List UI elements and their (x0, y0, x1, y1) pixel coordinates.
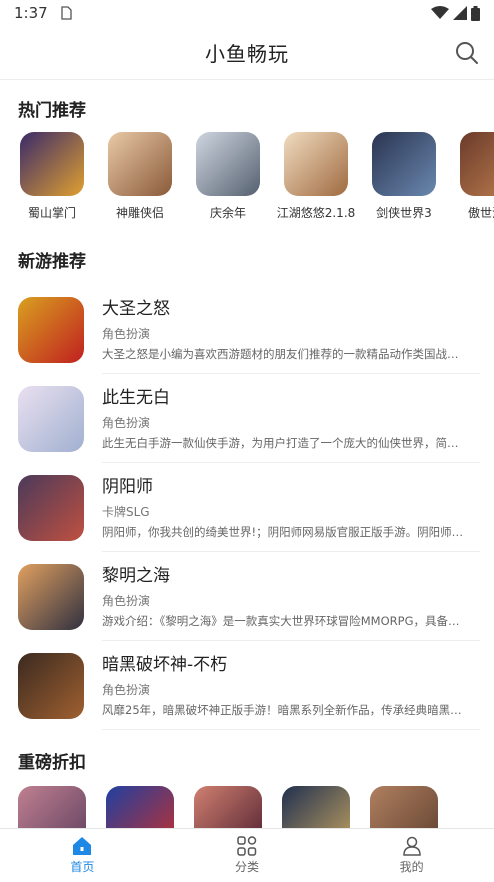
profile-icon (402, 836, 421, 856)
tab-category-label: 分类 (235, 860, 260, 874)
game-info: 此生无白角色扮演此生无白手游一款仙侠手游，为用户打造了一个庞大的仙侠世界，简… (102, 386, 476, 451)
hot-game-label: 神雕侠侣 (115, 206, 164, 220)
game-name: 大圣之怒 (102, 299, 170, 319)
game-description: 此生无白手游一款仙侠手游，为用户打造了一个庞大的仙侠世界，简… (102, 436, 459, 450)
app-header: 小鱼畅玩 (0, 26, 494, 80)
game-info: 黎明之海角色扮演游戏介绍：《黎明之海》是一款真实大世界环球冒险MMORPG，具备… (102, 564, 476, 629)
game-icon-image (460, 132, 494, 196)
status-bar: 1:37 (0, 0, 494, 26)
hot-game-label: 庆余年 (209, 206, 246, 220)
game-name: 暗黑破坏神-不朽 (102, 655, 228, 675)
section-title-discount: 重磅折扣 (18, 753, 86, 773)
game-description: 大圣之怒是小编为喜欢西游题材的朋友们推荐的一款精品动作类国战… (102, 347, 459, 361)
game-icon-image (18, 563, 84, 630)
hot-game-label: 江湖悠悠2.1.8 (276, 206, 356, 220)
hot-game-item[interactable]: 傲世江山 (458, 132, 494, 221)
game-icon-image (18, 296, 84, 363)
hot-games-row: 蜀山掌门 神雕侠侣 庆余年 江湖悠悠2.1.8 剑侠世界3 傲世江山 (18, 132, 494, 221)
game-icon-image (20, 132, 84, 196)
search-icon[interactable] (454, 40, 480, 66)
game-info: 暗黑破坏神-不朽角色扮演风靡25年，暗黑破坏神正版手游！暗黑系列全新作品，传承经… (102, 653, 476, 718)
discount-game-icon[interactable] (370, 786, 438, 830)
tab-home[interactable]: 首页 (0, 829, 165, 882)
discount-game-icon[interactable] (282, 786, 350, 830)
status-left: 1:37 (14, 4, 72, 22)
game-category: 角色扮演 (102, 594, 151, 608)
discount-game-icon[interactable] (194, 786, 262, 830)
hot-game-label: 剑侠世界3 (376, 206, 432, 220)
home-icon (73, 837, 92, 855)
hot-game-item[interactable]: 庆余年 (194, 132, 262, 221)
sim-card-icon (61, 6, 72, 20)
hot-game-item[interactable]: 神雕侠侣 (106, 132, 174, 221)
tab-home-label: 首页 (70, 860, 95, 874)
game-icon-image (18, 652, 84, 719)
game-icon-image (284, 132, 348, 196)
hot-game-label: 蜀山掌门 (27, 206, 76, 220)
new-game-row[interactable]: 阴阳师卡牌SLG 阴阳师，你我共创的绮美世界!；阴阳师网易版官服正版手游。阴阳师… (0, 463, 494, 552)
game-icon-image (18, 385, 84, 452)
game-info: 阴阳师卡牌SLG 阴阳师，你我共创的绮美世界!；阴阳师网易版官服正版手游。阴阳师… (102, 475, 476, 540)
game-icon-image (372, 132, 436, 196)
section-title-hot: 热门推荐 (18, 101, 86, 121)
game-description: 阴阳师，你我共创的绮美世界!；阴阳师网易版官服正版手游。阴阳师… (102, 525, 464, 539)
game-name: 此生无白 (102, 388, 170, 408)
hot-game-label: 傲世江山 (467, 206, 494, 220)
game-category: 角色扮演 (102, 683, 151, 697)
game-description: 风靡25年，暗黑破坏神正版手游！暗黑系列全新作品，传承经典暗黑… (102, 703, 462, 717)
game-name: 阴阳师 (102, 477, 153, 497)
section-title-new: 新游推荐 (18, 252, 86, 272)
game-name: 黎明之海 (102, 566, 170, 586)
game-icon-image (18, 474, 84, 541)
category-icon (237, 836, 257, 856)
bottom-tab-bar: 首页 分类 我的 (0, 828, 494, 882)
status-time: 1:37 (14, 4, 48, 22)
tab-profile-label: 我的 (399, 860, 424, 874)
hot-game-item[interactable]: 江湖悠悠2.1.8 (277, 132, 355, 221)
hot-game-item[interactable]: 剑侠世界3 (370, 132, 438, 221)
game-description: 游戏介绍：《黎明之海》是一款真实大世界环球冒险MMORPG，具备… (102, 614, 460, 628)
game-icon-image (196, 132, 260, 196)
row-divider (102, 729, 480, 730)
new-game-row[interactable]: 黎明之海角色扮演游戏介绍：《黎明之海》是一款真实大世界环球冒险MMORPG，具备… (0, 552, 494, 641)
signal-icon (453, 6, 467, 20)
game-category: 角色扮演 (102, 416, 151, 430)
discount-game-icon[interactable] (18, 786, 86, 830)
battery-icon (471, 5, 480, 21)
new-games-list: 大圣之怒 角色扮演 大圣之怒是小编为喜欢西游题材的朋友们推荐的一款精品动作类国战… 此… (0, 285, 494, 730)
game-category: 角色扮演 (102, 327, 151, 341)
hot-game-item[interactable]: 蜀山掌门 (18, 132, 86, 221)
game-icon-image (108, 132, 172, 196)
new-game-row[interactable]: 此生无白角色扮演此生无白手游一款仙侠手游，为用户打造了一个庞大的仙侠世界，简… (0, 374, 494, 463)
status-right (431, 5, 480, 21)
tab-profile[interactable]: 我的 (329, 829, 494, 882)
page-title: 小鱼畅玩 (205, 42, 289, 66)
game-category: 卡牌SLG (102, 505, 150, 519)
new-game-row[interactable]: 暗黑破坏神-不朽角色扮演风靡25年，暗黑破坏神正版手游！暗黑系列全新作品，传承经… (0, 641, 494, 730)
new-game-row[interactable]: 大圣之怒角色扮演大圣之怒是小编为喜欢西游题材的朋友们推荐的一款精品动作类国战… (0, 285, 494, 374)
game-info: 大圣之怒角色扮演大圣之怒是小编为喜欢西游题材的朋友们推荐的一款精品动作类国战… (102, 297, 476, 362)
discount-game-icon[interactable] (106, 786, 174, 830)
tab-category[interactable]: 分类 (165, 829, 330, 882)
wifi-icon (431, 6, 449, 19)
discount-games-row (18, 786, 494, 830)
